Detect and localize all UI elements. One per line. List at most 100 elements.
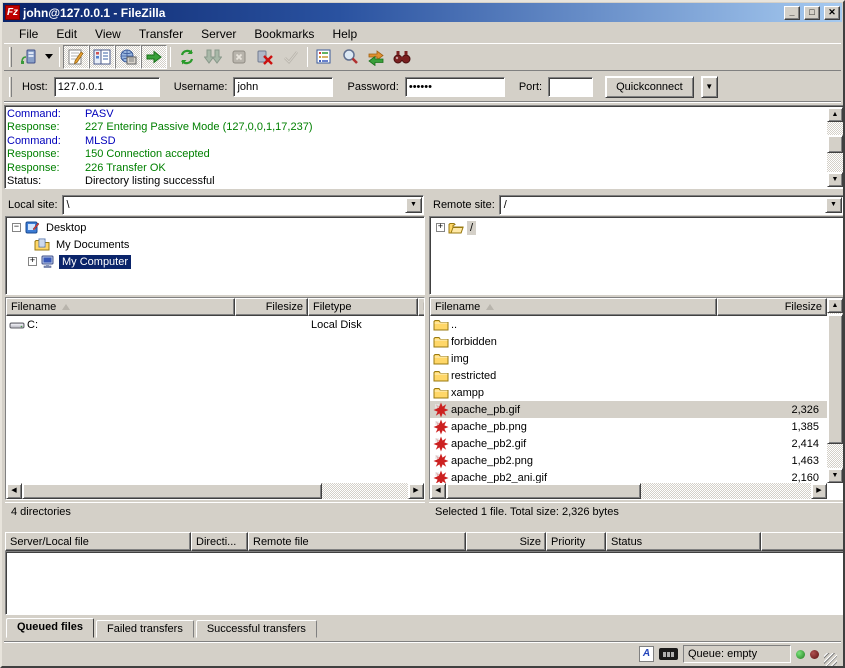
scroll-right-icon[interactable]: ▶ <box>408 483 424 499</box>
tab-queued-files[interactable]: Queued files <box>6 618 94 638</box>
activity-led-red-icon <box>810 650 819 659</box>
local-file-row[interactable]: C: Local Disk <box>6 316 424 333</box>
expand-icon[interactable]: + <box>436 223 445 232</box>
tree-item-my-computer[interactable]: + My Computer <box>6 253 424 270</box>
menu-transfer[interactable]: Transfer <box>130 25 192 43</box>
remote-site-combo[interactable]: / ▼ <box>499 195 844 215</box>
menu-help[interactable]: Help <box>323 25 366 43</box>
scroll-down-icon[interactable]: ▼ <box>827 172 843 187</box>
folder-icon <box>433 317 449 333</box>
collapse-icon[interactable]: − <box>12 223 21 232</box>
close-button[interactable]: ✕ <box>824 6 840 20</box>
remote-vertical-scrollbar[interactable]: ▲ ▼ <box>827 298 844 483</box>
menu-view[interactable]: View <box>86 25 130 43</box>
remote-file-row[interactable]: apache_pb.png 1,385 <box>430 418 827 435</box>
remote-file-row[interactable]: forbidden <box>430 333 827 350</box>
menu-bookmarks[interactable]: Bookmarks <box>245 25 323 43</box>
synchronized-browsing-button[interactable] <box>363 45 389 69</box>
remote-horizontal-scrollbar[interactable]: ◀ ▶ <box>430 483 827 499</box>
local-horizontal-scrollbar[interactable]: ◀ ▶ <box>6 483 424 499</box>
remote-file-row[interactable]: apache_pb2.gif 2,414 <box>430 435 827 452</box>
host-input[interactable] <box>54 77 160 97</box>
port-input[interactable] <box>548 77 593 97</box>
scroll-left-icon[interactable]: ◀ <box>6 483 22 499</box>
local-site-label: Local site: <box>8 199 58 211</box>
site-manager-dropdown-button[interactable] <box>42 45 56 69</box>
scroll-up-icon[interactable]: ▲ <box>827 298 843 313</box>
toggle-message-log-button[interactable] <box>63 45 89 69</box>
column-header-filetype[interactable]: Filetype <box>308 298 418 316</box>
scroll-left-icon[interactable]: ◀ <box>430 483 446 499</box>
image-file-icon <box>433 436 449 452</box>
tree-item-label[interactable]: My Computer <box>59 255 131 269</box>
process-queue-button[interactable] <box>200 45 226 69</box>
log-scroll-thumb[interactable] <box>827 135 843 153</box>
filezilla-app-icon: Fz <box>5 5 20 20</box>
tree-item-my-documents[interactable]: My Documents <box>6 236 424 253</box>
column-header-direction[interactable]: Directi... <box>191 532 248 551</box>
column-header-status[interactable]: Status <box>606 532 761 551</box>
menu-file[interactable]: File <box>10 25 47 43</box>
column-header-filename[interactable]: Filename <box>430 298 717 316</box>
scroll-down-icon[interactable]: ▼ <box>827 468 843 483</box>
column-header-filename[interactable]: Filename <box>6 298 235 316</box>
column-header-filesize[interactable]: Filesize <box>235 298 308 316</box>
remote-file-row[interactable]: xampp <box>430 384 827 401</box>
column-header-last-modified[interactable]: L <box>418 298 425 316</box>
local-hscroll-thumb[interactable] <box>22 483 322 499</box>
toggle-local-tree-button[interactable] <box>89 45 115 69</box>
folder-icon <box>433 334 449 350</box>
toggle-transfer-queue-button[interactable] <box>141 45 167 69</box>
column-header-size[interactable]: Size <box>466 532 546 551</box>
column-header-priority[interactable]: Priority <box>546 532 606 551</box>
maximize-button[interactable]: □ <box>804 6 820 20</box>
tree-item-label[interactable]: My Documents <box>53 238 132 252</box>
remote-file-row-selected[interactable]: apache_pb.gif 2,326 <box>430 401 827 418</box>
remote-file-row[interactable]: .. <box>430 316 827 333</box>
menu-server[interactable]: Server <box>192 25 245 43</box>
column-header-remote-file[interactable]: Remote file <box>248 532 466 551</box>
log-vertical-scrollbar[interactable]: ▲ ▼ <box>827 107 843 187</box>
scroll-up-icon[interactable]: ▲ <box>827 107 843 122</box>
tree-item-root[interactable]: + / <box>430 219 843 236</box>
tree-item-label[interactable]: / <box>467 221 476 235</box>
tab-failed-transfers[interactable]: Failed transfers <box>96 620 194 638</box>
refresh-button[interactable] <box>174 45 200 69</box>
remote-file-row[interactable]: apache_pb2.png 1,463 <box>430 452 827 469</box>
remote-file-row[interactable]: restricted <box>430 367 827 384</box>
column-header-filesize[interactable]: Filesize <box>717 298 827 316</box>
column-header-server-local-file[interactable]: Server/Local file <box>5 532 191 551</box>
reconnect-button[interactable] <box>278 45 304 69</box>
menu-edit[interactable]: Edit <box>47 25 86 43</box>
remote-file-row[interactable]: img <box>430 350 827 367</box>
queue-list[interactable] <box>5 551 845 615</box>
expand-icon[interactable]: + <box>28 257 37 266</box>
tree-item-desktop[interactable]: − Desktop <box>6 219 424 236</box>
username-input[interactable] <box>233 77 333 97</box>
minimize-button[interactable]: _ <box>784 6 800 20</box>
quickconnect-button[interactable]: Quickconnect <box>605 76 694 98</box>
directory-comparison-button[interactable] <box>337 45 363 69</box>
toggle-remote-tree-button[interactable] <box>115 45 141 69</box>
local-site-combo[interactable]: \ ▼ <box>62 195 424 215</box>
directory-listing-filters-button[interactable] <box>311 45 337 69</box>
resize-grip[interactable] <box>824 653 837 666</box>
tab-successful-transfers[interactable]: Successful transfers <box>196 620 317 638</box>
password-input[interactable] <box>405 77 505 97</box>
log-line: Response:227 Entering Passive Mode (127,… <box>7 121 826 134</box>
remote-status-text: Selected 1 file. Total size: 2,326 bytes <box>435 506 619 518</box>
remote-vscroll-thumb[interactable] <box>827 314 843 444</box>
quickconnect-dropdown-button[interactable]: ▼ <box>701 76 718 98</box>
local-list-header: Filename Filesize Filetype L <box>6 298 424 316</box>
sort-ascending-icon <box>486 304 494 310</box>
disconnect-button[interactable] <box>252 45 278 69</box>
scroll-right-icon[interactable]: ▶ <box>811 483 827 499</box>
site-manager-button[interactable] <box>16 45 42 69</box>
combo-dropdown-icon[interactable]: ▼ <box>405 197 422 213</box>
password-label: Password: <box>347 81 398 93</box>
combo-dropdown-icon[interactable]: ▼ <box>825 197 842 213</box>
tree-item-label[interactable]: Desktop <box>43 221 89 235</box>
remote-hscroll-thumb[interactable] <box>446 483 641 499</box>
cancel-operation-button[interactable] <box>226 45 252 69</box>
find-files-button[interactable] <box>389 45 415 69</box>
